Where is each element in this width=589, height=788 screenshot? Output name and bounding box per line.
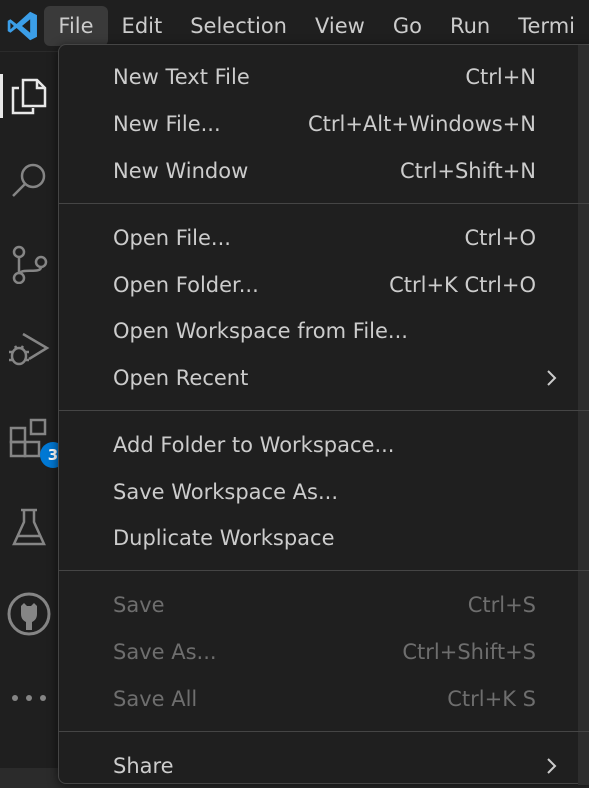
menu-separator xyxy=(59,570,589,571)
chevron-right-icon xyxy=(547,370,557,386)
menu-item-label: New Window xyxy=(113,159,249,183)
menu-item-shortcut: Ctrl+O xyxy=(464,226,537,250)
activity-bar: 3 xyxy=(0,52,66,768)
menu-item-shortcut: Ctrl+N xyxy=(465,65,536,89)
menu-item-label: Open Workspace from File... xyxy=(113,319,408,343)
menu-selection[interactable]: Selection xyxy=(176,6,301,46)
menu-edit[interactable]: Edit xyxy=(108,6,177,46)
run-debug-icon[interactable] xyxy=(0,318,58,378)
menu-item-add-folder-to-workspace[interactable]: Add Folder to Workspace... xyxy=(59,423,589,467)
menu-item-open-folder[interactable]: Open Folder... Ctrl+K Ctrl+O xyxy=(59,263,589,307)
menu-item-open-workspace-from-file[interactable]: Open Workspace from File... xyxy=(59,309,589,353)
menu-item-save-workspace-as[interactable]: Save Workspace As... xyxy=(59,470,589,514)
menu-item-label: Open Recent xyxy=(113,366,249,390)
menu-item-label: Duplicate Workspace xyxy=(113,526,335,550)
menu-item-new-file[interactable]: New File... Ctrl+Alt+Windows+N xyxy=(59,102,589,146)
menu-item-shortcut: Ctrl+S xyxy=(467,593,536,617)
menu-item-shortcut: Ctrl+K Ctrl+O xyxy=(389,273,536,297)
menu-item-shortcut: Ctrl+Shift+N xyxy=(400,159,536,183)
menu-file[interactable]: File xyxy=(44,5,108,46)
source-control-icon[interactable] xyxy=(0,234,58,294)
menu-item-label: Save As... xyxy=(113,640,217,664)
menu-item-open-recent[interactable]: Open Recent xyxy=(59,356,589,400)
menu-item-label: Save Workspace As... xyxy=(113,480,339,504)
menu-separator xyxy=(59,410,589,411)
menu-item-shortcut: Ctrl+K S xyxy=(447,687,536,711)
search-icon[interactable] xyxy=(0,150,58,210)
menu-item-label: Share xyxy=(113,754,174,778)
menu-separator xyxy=(59,203,589,204)
menu-item-new-text-file[interactable]: New Text File Ctrl+N xyxy=(59,55,589,99)
menu-go[interactable]: Go xyxy=(379,6,436,46)
menu-item-save: Save Ctrl+S xyxy=(59,583,589,627)
menu-item-duplicate-workspace[interactable]: Duplicate Workspace xyxy=(59,516,589,560)
testing-icon[interactable] xyxy=(0,498,58,558)
file-menu-dropdown: New Text File Ctrl+N New File... Ctrl+Al… xyxy=(58,44,589,785)
menu-item-new-window[interactable]: New Window Ctrl+Shift+N xyxy=(59,149,589,193)
menu-item-label: Add Folder to Workspace... xyxy=(113,433,395,457)
menu-item-save-all: Save All Ctrl+K S xyxy=(59,677,589,721)
menu-item-label: New File... xyxy=(113,112,221,136)
menu-item-label: Open File... xyxy=(113,226,231,250)
menu-item-label: Open Folder... xyxy=(113,273,259,297)
menu-item-label: Save xyxy=(113,593,165,617)
github-icon[interactable] xyxy=(0,584,58,644)
menu-item-shortcut: Ctrl+Shift+S xyxy=(402,640,536,664)
menu-view[interactable]: View xyxy=(301,6,379,46)
menu-terminal[interactable]: Termi xyxy=(504,6,589,46)
menu-item-share[interactable]: Share xyxy=(59,744,589,788)
menu-run[interactable]: Run xyxy=(436,6,504,46)
chevron-right-icon xyxy=(547,758,557,774)
menu-item-shortcut: Ctrl+Alt+Windows+N xyxy=(307,112,536,136)
menu-item-save-as: Save As... Ctrl+Shift+S xyxy=(59,630,589,674)
menu-separator xyxy=(59,731,589,732)
more-icon[interactable] xyxy=(0,668,58,728)
menu-item-label: Save All xyxy=(113,687,198,711)
explorer-icon[interactable] xyxy=(0,66,58,126)
vscode-logo-icon[interactable] xyxy=(0,0,44,52)
menu-item-label: New Text File xyxy=(113,65,250,89)
menu-item-open-file[interactable]: Open File... Ctrl+O xyxy=(59,216,589,260)
